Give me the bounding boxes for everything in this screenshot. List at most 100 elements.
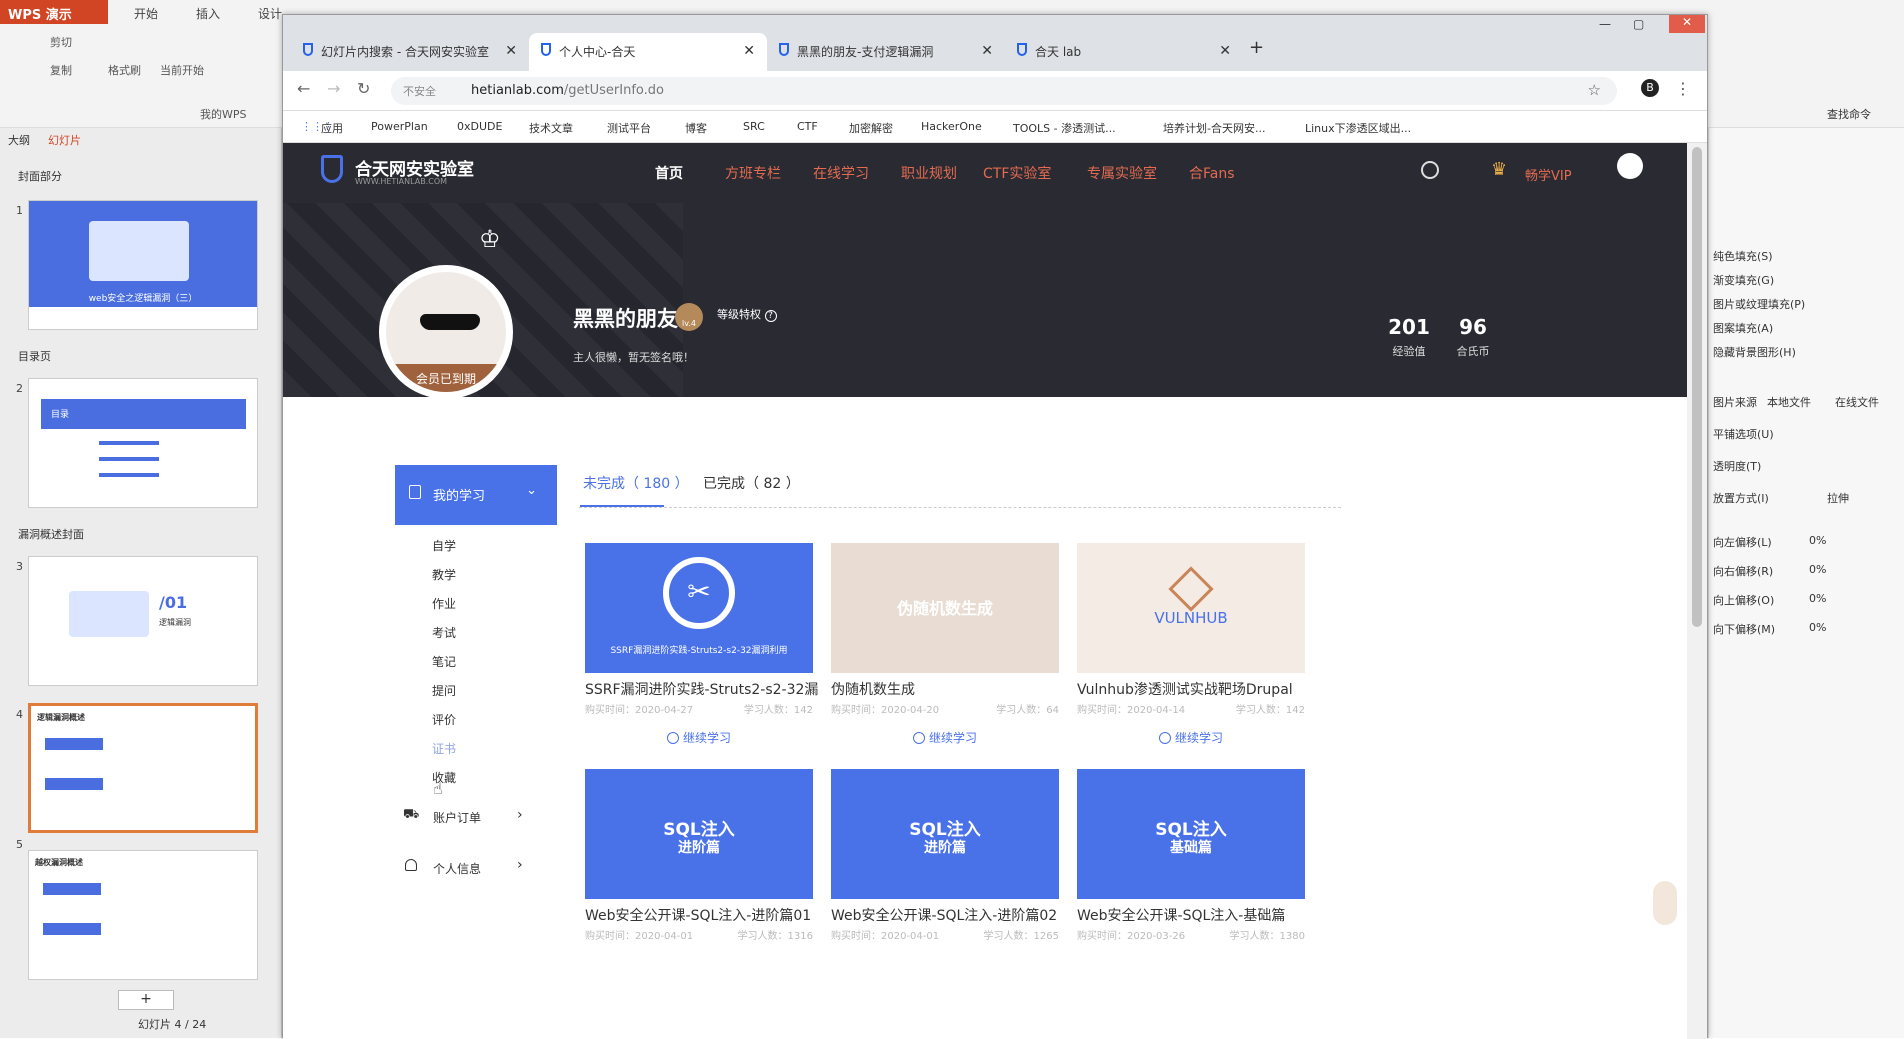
chevron-right-icon[interactable]: › bbox=[517, 857, 523, 873]
nav-career[interactable]: 职业规划 bbox=[901, 163, 957, 183]
bookmark[interactable]: TOOLS - 渗透测试... bbox=[1013, 120, 1116, 136]
level-privilege-link[interactable]: 等级特权 ? bbox=[717, 306, 777, 322]
help-icon[interactable]: ? bbox=[764, 310, 777, 322]
source-online[interactable]: 在线文件 bbox=[1835, 394, 1879, 410]
course-thumb[interactable]: 伪随机数生成 bbox=[831, 543, 1059, 673]
offset-left-value[interactable]: 0% bbox=[1809, 534, 1826, 547]
minimize-icon[interactable]: — bbox=[1599, 17, 1611, 31]
nav-fangban[interactable]: 方班专栏 bbox=[725, 163, 781, 183]
browser-tab[interactable]: 合天 lab ✕ bbox=[1005, 33, 1243, 71]
offset-right-value[interactable]: 0% bbox=[1809, 563, 1826, 576]
fill-pattern[interactable]: 图案填充(A) bbox=[1713, 320, 1773, 336]
bookmark[interactable]: SRC bbox=[743, 120, 765, 133]
offset-up[interactable]: 向上偏移(O) bbox=[1713, 592, 1774, 608]
nav-exclusive-lab[interactable]: 专属实验室 bbox=[1087, 163, 1157, 183]
bookmark[interactable]: 0xDUDE bbox=[457, 120, 502, 133]
close-window-icon[interactable]: ✕ bbox=[1669, 15, 1705, 33]
transparency[interactable]: 透明度(T) bbox=[1713, 458, 1761, 474]
fill-gradient[interactable]: 渐变填充(G) bbox=[1713, 272, 1774, 288]
nav-ctf[interactable]: CTF实验室 bbox=[983, 163, 1051, 183]
offset-down-value[interactable]: 0% bbox=[1809, 621, 1826, 634]
offset-up-value[interactable]: 0% bbox=[1809, 592, 1826, 605]
bookmark[interactable]: 测试平台 bbox=[607, 120, 651, 136]
course-thumb[interactable]: SQL注入 进阶篇 bbox=[831, 769, 1059, 899]
close-icon[interactable]: ✕ bbox=[743, 43, 755, 59]
browser-tab[interactable]: 幻灯片内搜索 - 合天网安实验室 ✕ bbox=[291, 33, 529, 71]
offset-down[interactable]: 向下偏移(M) bbox=[1713, 621, 1775, 637]
continue-learning-button[interactable]: 继续学习 bbox=[1159, 729, 1223, 746]
search-icon[interactable] bbox=[1421, 161, 1439, 179]
bookmark[interactable]: PowerPlan bbox=[371, 120, 428, 133]
maximize-icon[interactable]: ▢ bbox=[1633, 17, 1644, 31]
slide-thumb-2[interactable]: 目录 bbox=[28, 378, 258, 508]
new-tab-icon[interactable]: + bbox=[1249, 37, 1264, 58]
add-slide-button[interactable]: + bbox=[118, 990, 174, 1010]
wps-copy[interactable]: 复制 bbox=[50, 62, 72, 78]
sidebar-profile[interactable]: 个人信息 bbox=[433, 860, 481, 877]
user-avatar-small[interactable] bbox=[1617, 153, 1643, 179]
sidebar-item-self-study[interactable]: 自学 bbox=[432, 537, 456, 554]
bookmark[interactable]: 加密解密 bbox=[849, 120, 893, 136]
scrollbar-thumb[interactable] bbox=[1692, 147, 1702, 627]
nav-fans[interactable]: 合Fans bbox=[1189, 163, 1235, 183]
browser-tab-active[interactable]: 个人中心-合天 ✕ bbox=[529, 33, 767, 71]
find-command[interactable]: 查找命令 bbox=[1827, 106, 1871, 122]
slide-thumb-4-selected[interactable]: 逻辑漏洞概述 bbox=[28, 703, 258, 833]
wps-menu-start[interactable]: 开始 bbox=[134, 5, 158, 22]
placement[interactable]: 放置方式(I) bbox=[1713, 490, 1769, 506]
my-learning-menu[interactable]: 我的学习 ⌄ bbox=[395, 465, 557, 525]
course-title[interactable]: Web安全公开课-SQL注入-进阶篇01 bbox=[585, 905, 819, 925]
offset-right[interactable]: 向右偏移(R) bbox=[1713, 563, 1773, 579]
source-local[interactable]: 本地文件 bbox=[1767, 394, 1811, 410]
fill-picture[interactable]: 图片或纹理填充(P) bbox=[1713, 296, 1805, 312]
fill-solid[interactable]: 纯色填充(S) bbox=[1713, 248, 1773, 264]
course-title[interactable]: Web安全公开课-SQL注入-基础篇 bbox=[1077, 905, 1311, 925]
close-icon[interactable]: ✕ bbox=[1219, 43, 1231, 59]
nav-home[interactable]: 首页 bbox=[655, 163, 683, 183]
close-icon[interactable]: ✕ bbox=[505, 43, 517, 59]
nav-online-learning[interactable]: 在线学习 bbox=[813, 163, 869, 183]
section-vuln[interactable]: 漏洞概述封面 bbox=[18, 526, 84, 542]
reload-icon[interactable]: ↻ bbox=[357, 79, 370, 98]
sidebar-item-certificates[interactable]: 证书 bbox=[432, 740, 456, 757]
wps-mywps[interactable]: 我的WPS bbox=[200, 106, 247, 122]
offset-left[interactable]: 向左偏移(L) bbox=[1713, 534, 1772, 550]
url-input[interactable]: 不安全 hetianlab.com/getUserInfo.do ☆ bbox=[391, 77, 1617, 105]
slide-thumb-1[interactable]: web安全之逻辑漏洞（三） bbox=[28, 200, 258, 330]
chevron-right-icon[interactable]: › bbox=[517, 807, 523, 823]
course-thumb[interactable]: SQL注入 进阶篇 bbox=[585, 769, 813, 899]
site-logo-icon[interactable] bbox=[321, 155, 343, 183]
sidebar-item-exam[interactable]: 考试 bbox=[432, 624, 456, 641]
placement-value[interactable]: 拉伸 bbox=[1827, 490, 1849, 506]
tab-finished[interactable]: 已完成（ 82 ） bbox=[703, 473, 800, 493]
course-title[interactable]: Vulnhub渗透测试实战靶场Drupal bbox=[1077, 679, 1311, 699]
wps-menu-design[interactable]: 设计 bbox=[258, 5, 282, 22]
hide-bg-graphics[interactable]: 隐藏背景图形(H) bbox=[1713, 344, 1796, 360]
sidebar-item-questions[interactable]: 提问 bbox=[432, 682, 456, 699]
course-title[interactable]: Web安全公开课-SQL注入-进阶篇02 bbox=[831, 905, 1065, 925]
wps-tab-slides[interactable]: 幻灯片 bbox=[48, 132, 81, 148]
profile-icon[interactable]: B bbox=[1641, 79, 1659, 97]
menu-icon[interactable]: ⋮ bbox=[1675, 79, 1691, 98]
course-title[interactable]: 伪随机数生成 bbox=[831, 679, 1065, 699]
section-toc[interactable]: 目录页 bbox=[18, 348, 51, 364]
bookmark[interactable]: 技术文章 bbox=[529, 120, 573, 136]
course-thumb[interactable]: VULNHUB bbox=[1077, 543, 1305, 673]
tile-option[interactable]: 平铺选项(U) bbox=[1713, 426, 1774, 442]
bookmark[interactable]: HackerOne bbox=[921, 120, 982, 133]
continue-learning-button[interactable]: 继续学习 bbox=[667, 729, 731, 746]
wps-cut[interactable]: 剪切 bbox=[50, 34, 72, 50]
section-cover[interactable]: 封面部分 bbox=[18, 168, 62, 184]
sidebar-item-notes[interactable]: 笔记 bbox=[432, 653, 456, 670]
course-thumb[interactable]: SQL注入 基础篇 bbox=[1077, 769, 1305, 899]
wps-app-menu[interactable]: WPS 演示 bbox=[0, 0, 108, 24]
back-icon[interactable]: ← bbox=[297, 79, 310, 98]
sidebar-orders[interactable]: 账户订单 bbox=[433, 809, 481, 826]
sidebar-item-teaching[interactable]: 教学 bbox=[432, 566, 456, 583]
course-title[interactable]: SSRF漏洞进阶实践-Struts2-s2-32漏... bbox=[585, 679, 819, 699]
close-icon[interactable]: ✕ bbox=[981, 43, 993, 59]
vip-link[interactable]: 畅学VIP bbox=[1525, 165, 1572, 184]
tab-unfinished[interactable]: 未完成（ 180 ） bbox=[583, 473, 689, 493]
continue-learning-button[interactable]: 继续学习 bbox=[913, 729, 977, 746]
star-icon[interactable]: ☆ bbox=[1588, 81, 1601, 99]
